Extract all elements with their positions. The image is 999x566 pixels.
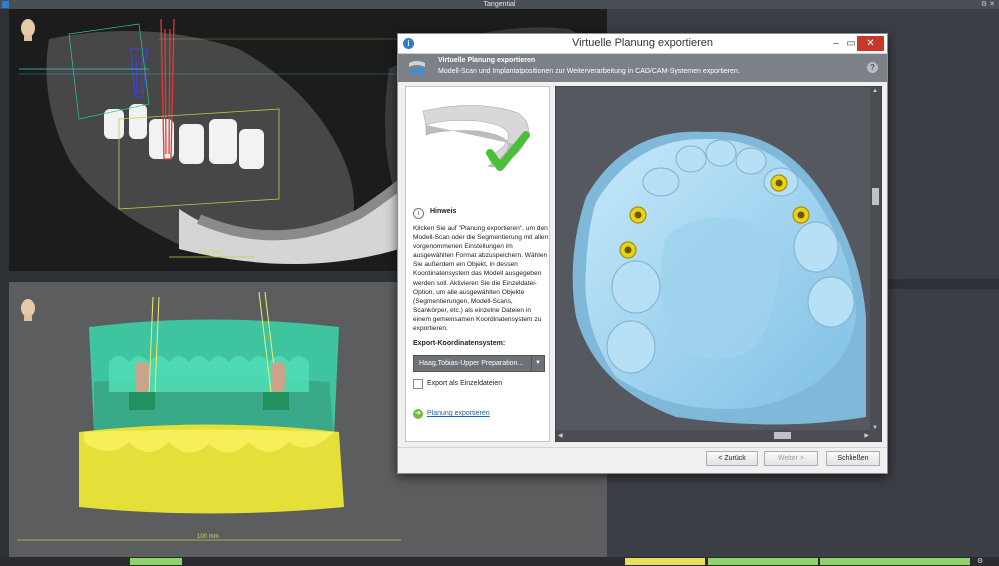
chevron-down-icon[interactable]: ▼ <box>531 356 544 371</box>
help-icon[interactable]: ? <box>867 62 878 73</box>
single-files-label: Export als Einzeldateien <box>427 380 503 387</box>
dialog-header: Virtuelle Planung exportieren Modell-Sca… <box>398 54 887 82</box>
single-files-checkbox[interactable] <box>413 379 423 389</box>
settings-gear-icon[interactable]: ⚙ <box>974 558 996 565</box>
instruction-pane: i Hinweis Klicken Sie auf "Planung expor… <box>405 86 550 442</box>
app-window-title: Tangential <box>483 1 516 8</box>
model-ruler-label: 100 mm <box>197 534 219 540</box>
model-preview-viewport[interactable]: ▲ ▼ ◀ ▶ <box>555 86 882 442</box>
hint-text: Klicken Sie auf "Planung exportieren", u… <box>413 225 549 333</box>
app-window-controls[interactable]: ⚙ ✕ <box>981 0 995 9</box>
app-icon <box>2 1 9 8</box>
export-model-thumbnail <box>422 105 530 171</box>
upper-jaw-model <box>572 131 866 425</box>
header-title: Virtuelle Planung exportieren <box>438 57 536 64</box>
scroll-left-icon[interactable]: ◀ <box>558 432 563 439</box>
dialog-footer: < Zurück Weiter > Schließen <box>398 447 887 474</box>
next-button[interactable]: Weiter > <box>764 451 818 466</box>
back-button[interactable]: < Zurück <box>706 451 758 466</box>
preview-horizontal-scrollbar[interactable]: ◀ ▶ <box>556 430 881 441</box>
vertical-scroll-thumb[interactable] <box>872 188 879 205</box>
export-planning-link[interactable]: Planung exportieren <box>427 410 490 417</box>
coordinate-system-value: Haag,Tobias-Upper Preparation... <box>419 360 524 367</box>
scroll-up-icon[interactable]: ▲ <box>872 88 878 94</box>
dialog-titlebar[interactable]: i Virtuelle Planung exportieren – ▭ ✕ <box>398 34 887 54</box>
app-titlebar: Tangential ⚙ ✕ <box>0 0 999 9</box>
close-button[interactable]: Schließen <box>826 451 880 466</box>
hint-info-icon: i <box>413 208 424 219</box>
export-arrow-icon[interactable]: ➜ <box>413 409 423 419</box>
head-orientation-icon[interactable] <box>17 17 39 41</box>
status-indicator <box>708 558 818 565</box>
preview-vertical-scrollbar[interactable]: ▲ ▼ <box>870 87 881 432</box>
status-indicator <box>820 558 970 565</box>
status-indicator <box>625 558 705 565</box>
dialog-title: Virtuelle Planung exportieren <box>571 37 714 49</box>
header-subtitle: Modell-Scan und Implantatpositionen zur … <box>438 68 740 75</box>
status-bar: ⚙ <box>0 557 999 566</box>
export-planning-dialog: i Virtuelle Planung exportieren – ▭ ✕ Vi… <box>397 33 888 474</box>
scroll-right-icon[interactable]: ▶ <box>864 432 869 439</box>
coordinate-system-select[interactable]: Haag,Tobias-Upper Preparation... ▼ <box>413 355 545 372</box>
status-indicator <box>130 558 182 565</box>
close-window-button[interactable]: ✕ <box>857 36 884 51</box>
head-orientation-icon[interactable] <box>17 297 39 321</box>
horizontal-scroll-thumb[interactable] <box>774 432 791 439</box>
export-icon <box>409 61 425 76</box>
hint-label: Hinweis <box>430 208 457 215</box>
coordinate-system-label: Export-Koordinatensystem: <box>413 340 506 347</box>
ct-ruler-label: 100 mm <box>199 250 221 256</box>
left-toolbar-rail <box>0 9 9 557</box>
